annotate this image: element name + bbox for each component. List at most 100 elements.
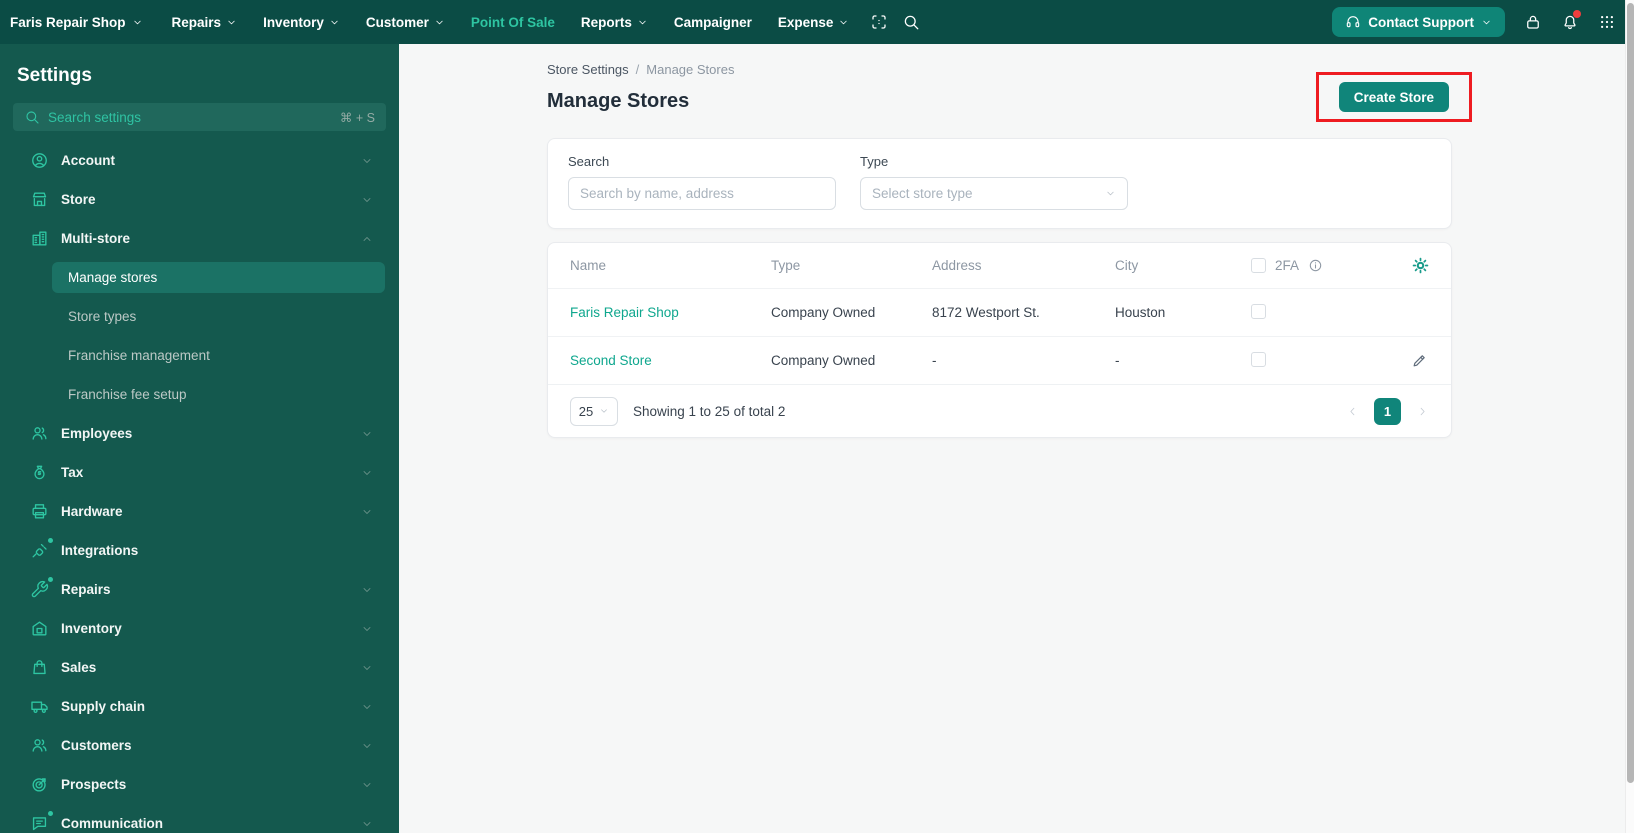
search-filter-input[interactable]: [568, 177, 836, 210]
switch-store-login-icon[interactable]: [1449, 352, 1451, 369]
customers-icon: [30, 736, 49, 755]
chevron-up-icon: [361, 233, 373, 245]
annotation-highlight-box: Create Store: [1315, 72, 1472, 122]
sidebar-subitem-store-types[interactable]: Store types: [52, 297, 385, 336]
sidebar-item-integrations[interactable]: Integrations: [0, 531, 399, 570]
table-settings-gear-icon[interactable]: [1411, 256, 1430, 275]
chevron-down-icon: [361, 506, 373, 518]
search-icon[interactable]: [902, 13, 920, 31]
sidebar-item-repairs[interactable]: Repairs: [0, 570, 399, 609]
sidebar-item-communication[interactable]: Communication: [0, 804, 399, 833]
sidebar-subitem-label: Franchise fee setup: [68, 387, 187, 402]
nav-item-label: Campaigner: [673, 14, 752, 30]
nav-item-label: Customer: [365, 14, 429, 30]
chevron-down-icon: [1105, 188, 1116, 199]
notifications-button[interactable]: [1561, 10, 1581, 31]
sidebar-item-label: Employees: [61, 426, 133, 441]
account-icon: [30, 151, 49, 170]
column-header-2fa: 2FA: [1275, 258, 1300, 273]
page-title: Manage Stores: [547, 90, 690, 112]
nav-item-expense[interactable]: Expense: [765, 15, 863, 30]
settings-sidebar: Settings Search settings ⌘ + S Account St…: [0, 44, 399, 833]
settings-search-input[interactable]: Search settings ⌘ + S: [13, 103, 386, 131]
next-page-icon[interactable]: [1416, 405, 1429, 418]
sidebar-item-prospects[interactable]: Prospects: [0, 765, 399, 804]
contact-support-button[interactable]: Contact Support: [1332, 7, 1505, 37]
row-2fa-checkbox[interactable]: [1251, 303, 1266, 319]
chevron-down-icon: [361, 701, 373, 713]
column-header-type: Type: [771, 258, 801, 273]
store-name-link[interactable]: Second Store: [570, 353, 771, 368]
store-type-select[interactable]: Select store type: [860, 177, 1128, 210]
store-switcher[interactable]: Faris Repair Shop: [10, 15, 159, 30]
sidebar-item-label: Inventory: [61, 621, 122, 636]
notification-badge: [1573, 10, 1581, 18]
search-placeholder: Search settings: [48, 109, 142, 125]
sidebar-subitem-franchise-management[interactable]: Franchise management: [52, 336, 385, 375]
sidebar-item-label: Customers: [61, 738, 132, 753]
sidebar-item-supply-chain[interactable]: Supply chain: [0, 687, 399, 726]
nav-item-label: Expense: [777, 14, 834, 30]
topbar-right: Contact Support: [1332, 7, 1616, 37]
nav-item-label: Repairs: [171, 14, 222, 30]
multi-store-icon: [30, 229, 49, 248]
sidebar-item-label: Tax: [61, 465, 84, 480]
chevron-down-icon: [1481, 17, 1492, 28]
sidebar-item-account[interactable]: Account: [0, 141, 399, 180]
sidebar-subitem-franchise-fee-setup[interactable]: Franchise fee setup: [52, 375, 385, 414]
sidebar-item-hardware[interactable]: Hardware: [0, 492, 399, 531]
apps-grid-icon[interactable]: [1598, 13, 1616, 31]
edit-pencil-icon[interactable]: [1411, 352, 1428, 369]
sidebar-nav: Account Store Multi-store Manage stores Stor…: [0, 141, 399, 833]
top-navigation-bar: Faris Repair Shop Repairs Inventory Custom…: [0, 0, 1634, 44]
nav-item-repairs[interactable]: Repairs: [159, 15, 251, 30]
window-scrollbar[interactable]: [1625, 0, 1634, 833]
sidebar-item-label: Store: [61, 192, 96, 207]
type-filter-label: Type: [860, 154, 889, 169]
sidebar-item-employees[interactable]: Employees: [0, 414, 399, 453]
inventory-icon: [30, 619, 49, 638]
sidebar-subitem-manage-stores[interactable]: Manage stores: [52, 262, 385, 293]
employees-icon: [30, 424, 49, 443]
store-city-cell: Houston: [1115, 305, 1166, 320]
breadcrumb-store-settings[interactable]: Store Settings: [547, 62, 629, 77]
table-body: Faris Repair Shop Company Owned 8172 Westp…: [548, 288, 1451, 384]
select-all-2fa-checkbox[interactable]: [1251, 258, 1266, 273]
nav-item-label: Point Of Sale: [470, 14, 555, 30]
nav-item-customer[interactable]: Customer: [353, 15, 458, 30]
sidebar-item-tax[interactable]: Tax: [0, 453, 399, 492]
sidebar-item-inventory[interactable]: Inventory: [0, 609, 399, 648]
store-name-link[interactable]: Faris Repair Shop: [570, 305, 771, 320]
chevron-down-icon: [132, 17, 143, 28]
contact-support-label: Contact Support: [1368, 14, 1474, 30]
sidebar-item-multi-store[interactable]: Multi-store: [0, 219, 399, 258]
table-row: Faris Repair Shop Company Owned 8172 Westp…: [548, 288, 1451, 336]
nav-item-campaigner[interactable]: Campaigner: [661, 15, 765, 30]
previous-page-icon[interactable]: [1346, 405, 1359, 418]
create-store-button[interactable]: Create Store: [1338, 82, 1449, 112]
nav-item-inventory[interactable]: Inventory: [250, 15, 353, 30]
notification-dot: [48, 811, 53, 816]
nav-item-point-of-sale[interactable]: Point Of Sale: [458, 15, 568, 30]
sidebar-item-store[interactable]: Store: [0, 180, 399, 219]
repairs-icon: [30, 577, 53, 599]
page-number-button[interactable]: 1: [1374, 397, 1401, 425]
brand-label: Faris Repair Shop: [10, 14, 126, 30]
sidebar-item-label: Communication: [61, 816, 164, 831]
info-icon[interactable]: [1308, 258, 1323, 273]
page-size-select[interactable]: 25: [570, 396, 618, 426]
sidebar-item-sales[interactable]: Sales: [0, 648, 399, 687]
row-2fa-checkbox[interactable]: [1251, 351, 1266, 367]
sidebar-item-customers[interactable]: Customers: [0, 726, 399, 765]
prospects-icon: [30, 775, 49, 794]
supply-chain-icon: [30, 697, 49, 716]
nav-item-reports[interactable]: Reports: [568, 15, 661, 30]
store-city-cell: -: [1115, 353, 1120, 368]
scrollbar-thumb[interactable]: [1627, 3, 1634, 783]
chevron-down-icon: [434, 17, 445, 28]
lock-icon[interactable]: [1524, 13, 1542, 31]
pagination-bar: 25 Showing 1 to 25 of total 2 1: [548, 384, 1451, 437]
scan-icon[interactable]: [870, 13, 888, 31]
nav-item-label: Reports: [580, 14, 632, 30]
chevron-down-icon: [361, 623, 373, 635]
